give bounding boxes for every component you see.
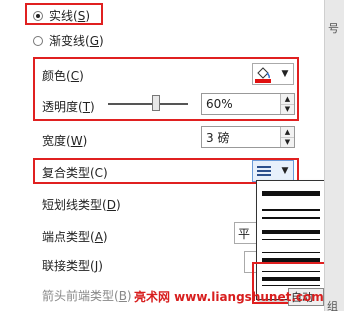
cap-type-label: 端点类型(A) — [42, 230, 108, 244]
dash-type-label: 短划线类型(D) — [42, 198, 121, 212]
compound-option-single[interactable] — [262, 185, 320, 203]
spin-up-icon[interactable]: ▲ — [281, 127, 294, 137]
transparency-value: 60% — [206, 97, 233, 111]
cap-type-value: 平 — [238, 226, 251, 241]
solid-line-label: 实线(S) — [49, 9, 90, 23]
transparency-label: 透明度(T) — [42, 100, 95, 114]
solid-line-radio[interactable]: 实线(S) — [33, 7, 90, 24]
spin-down-icon[interactable]: ▼ — [281, 103, 294, 114]
width-label: 宽度(W) — [42, 134, 88, 148]
gradient-line-radio[interactable]: 渐变线(G) — [33, 32, 104, 49]
chevron-down-icon: ▼ — [281, 69, 289, 79]
width-spinner[interactable]: 3 磅 ▲ ▼ — [201, 126, 295, 148]
gradient-line-label: 渐变线(G) — [49, 34, 104, 48]
spin-down-icon[interactable]: ▼ — [281, 136, 294, 147]
arrow-front-type-label: 箭头前端类型(B) — [42, 289, 132, 303]
watermark-text: 亮术网 www.liangshunet.com — [134, 290, 324, 304]
transparency-slider-track[interactable] — [108, 103, 188, 105]
radio-unselected-icon — [33, 35, 43, 46]
transparency-spinner[interactable]: 60% ▲ ▼ — [201, 93, 295, 115]
right-strip-top-text: 号 — [328, 22, 339, 35]
format-line-panel: 实线(S) 渐变线(G) 颜色(C) ▼ 透明度(T) 60% ▲ ▼ 宽度(W… — [0, 0, 326, 311]
transparency-slider-thumb[interactable] — [152, 95, 160, 111]
compound-option-double[interactable] — [262, 205, 320, 225]
chevron-down-icon: ▼ — [281, 166, 289, 176]
radio-selected-icon — [33, 10, 43, 21]
right-panel-strip: 号 组 — [324, 0, 344, 311]
compound-type-dropdown[interactable]: ▼ — [252, 160, 294, 182]
spin-up-icon[interactable]: ▲ — [281, 94, 294, 104]
compound-option-thick-thin[interactable] — [262, 227, 320, 247]
color-label: 颜色(C) — [42, 69, 84, 83]
width-value: 3 磅 — [206, 130, 230, 145]
join-type-label: 联接类型(J) — [42, 259, 103, 273]
right-strip-bottom-text: 组 — [327, 300, 338, 311]
compound-lines-icon — [253, 161, 275, 181]
compound-type-label: 复合类型(C) — [42, 166, 108, 180]
line-color-picker[interactable]: ▼ — [252, 63, 294, 85]
paint-bucket-icon — [253, 64, 275, 84]
